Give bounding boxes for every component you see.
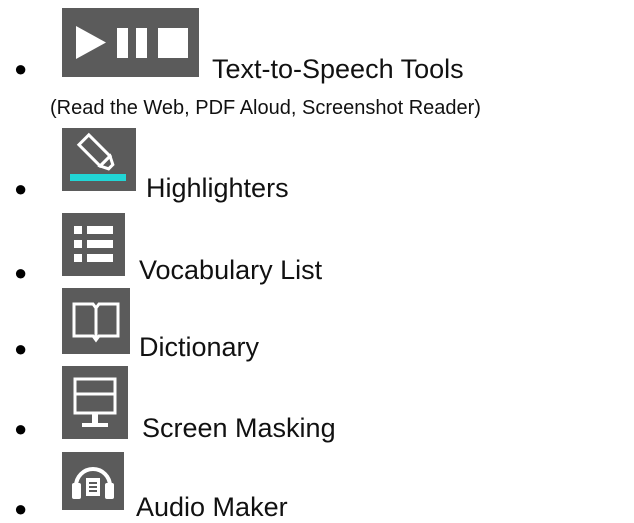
audio-maker-label: Audio Maker <box>136 492 288 522</box>
bullet: ● <box>14 260 28 285</box>
tts-sublabel: (Read the Web, PDF Aloud, Screenshot Rea… <box>50 97 481 119</box>
highlighter-icon[interactable] <box>62 128 136 191</box>
dictionary-book-icon[interactable] <box>62 288 130 354</box>
vocabulary-list-label: Vocabulary List <box>139 255 323 285</box>
bullet: ● <box>14 416 28 441</box>
bullet: ● <box>14 56 28 81</box>
screen-masking-label: Screen Masking <box>142 413 336 443</box>
toolbar-legend: { "items": [ {"icon": "play-pause-stop-i… <box>0 0 634 523</box>
play-pause-stop-icon[interactable] <box>62 8 199 77</box>
screen-masking-icon[interactable] <box>62 366 128 439</box>
bullet: ● <box>14 176 28 201</box>
dictionary-label: Dictionary <box>139 332 260 362</box>
tts-label: Text-to-Speech Tools <box>212 54 464 84</box>
bullet: ● <box>14 496 28 521</box>
vocabulary-list-icon[interactable] <box>62 213 125 276</box>
bullet: ● <box>14 336 28 361</box>
highlighters-label: Highlighters <box>146 173 289 203</box>
audio-maker-headphones-icon[interactable] <box>62 452 124 510</box>
